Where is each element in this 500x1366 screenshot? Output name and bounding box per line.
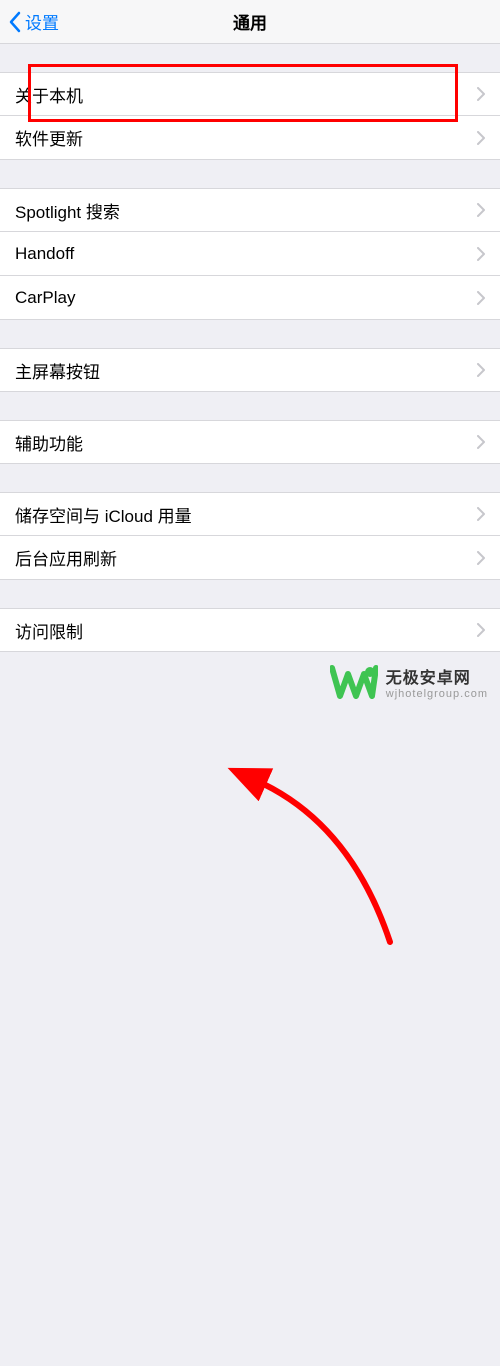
chevron-right-icon: [477, 623, 485, 637]
watermark: 无极安卓网 wjhotelgroup.com: [330, 662, 488, 702]
row-label: Handoff: [15, 244, 477, 264]
chevron-right-icon: [477, 203, 485, 217]
back-label: 设置: [25, 9, 59, 34]
chevron-right-icon: [477, 435, 485, 449]
chevron-right-icon: [477, 87, 485, 101]
row-about[interactable]: 关于本机: [0, 72, 500, 116]
chevron-right-icon: [477, 247, 485, 261]
row-label: 后台应用刷新: [15, 545, 477, 570]
row-label: 辅助功能: [15, 430, 477, 455]
row-carplay[interactable]: CarPlay: [0, 276, 500, 320]
chevron-right-icon: [477, 291, 485, 305]
page-title: 通用: [0, 9, 500, 34]
chevron-right-icon: [477, 363, 485, 377]
row-storage-icloud[interactable]: 储存空间与 iCloud 用量: [0, 492, 500, 536]
row-home-button[interactable]: 主屏幕按钮: [0, 348, 500, 392]
back-button[interactable]: 设置: [0, 9, 59, 34]
row-accessibility[interactable]: 辅助功能: [0, 420, 500, 464]
settings-list: 关于本机软件更新 Spotlight 搜索 Handoff CarPlay 主屏幕按钮辅…: [0, 44, 500, 652]
chevron-right-icon: [477, 131, 485, 145]
row-handoff[interactable]: Handoff: [0, 232, 500, 276]
watermark-logo-icon: [330, 662, 378, 702]
chevron-right-icon: [477, 551, 485, 565]
chevron-right-icon: [477, 507, 485, 521]
row-background-refresh[interactable]: 后台应用刷新: [0, 536, 500, 580]
row-label: 访问限制: [15, 618, 477, 643]
row-label: Spotlight 搜索: [15, 198, 477, 223]
nav-bar: 设置 通用: [0, 0, 500, 44]
row-label: 储存空间与 iCloud 用量: [15, 502, 477, 527]
annotation-arrow: [0, 652, 500, 1366]
row-spotlight[interactable]: Spotlight 搜索: [0, 188, 500, 232]
row-software-update[interactable]: 软件更新: [0, 116, 500, 160]
watermark-sub: wjhotelgroup.com: [386, 688, 488, 700]
row-label: 软件更新: [15, 125, 477, 150]
row-label: 主屏幕按钮: [15, 358, 477, 383]
row-label: 关于本机: [15, 82, 477, 107]
row-restrictions[interactable]: 访问限制: [0, 608, 500, 652]
chevron-left-icon: [8, 11, 21, 33]
row-label: CarPlay: [15, 288, 477, 308]
watermark-title: 无极安卓网: [386, 664, 488, 688]
